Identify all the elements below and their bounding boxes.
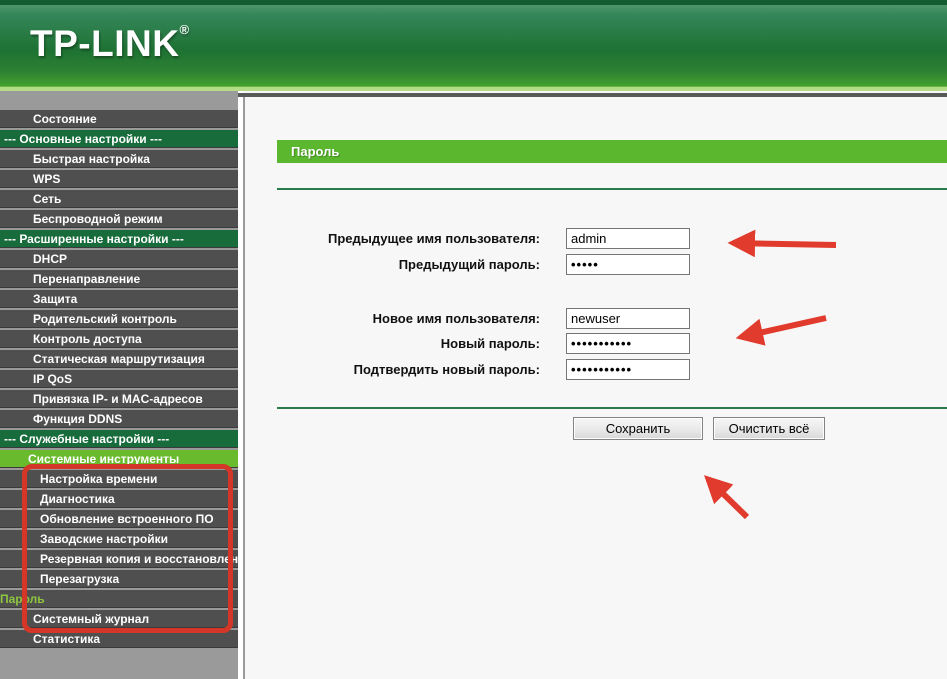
tp-link-logo: TP-LINK® bbox=[30, 22, 190, 64]
main-content bbox=[243, 97, 947, 679]
new-password-label: Новый пароль: bbox=[440, 336, 540, 351]
sidebar-item[interactable]: Быстрая настройка bbox=[0, 150, 238, 168]
confirm-new-password-input[interactable] bbox=[566, 359, 690, 380]
sidebar-item[interactable]: Обновление встроенного ПО bbox=[0, 510, 238, 528]
confirm-new-password-label: Подтвердить новый пароль: bbox=[353, 362, 540, 377]
sidebar-item[interactable]: Перенаправление bbox=[0, 270, 238, 288]
sidebar-section-header: --- Основные настройки --- bbox=[0, 130, 238, 148]
divider-bottom bbox=[277, 407, 947, 409]
sidebar-item[interactable]: Беспроводной режим bbox=[0, 210, 238, 228]
sidebar-item[interactable]: Статистика bbox=[0, 630, 238, 648]
new-password-input[interactable] bbox=[566, 333, 690, 354]
old-password-label: Предыдущий пароль: bbox=[398, 257, 540, 272]
page-title: Пароль bbox=[277, 140, 947, 163]
sidebar-item[interactable]: Пароль bbox=[0, 590, 238, 608]
divider-top bbox=[277, 188, 947, 190]
sidebar-item[interactable]: Перезагрузка bbox=[0, 570, 238, 588]
sidebar-item[interactable]: Функция DDNS bbox=[0, 410, 238, 428]
registered-mark: ® bbox=[179, 22, 190, 37]
sidebar-item[interactable]: WPS bbox=[0, 170, 238, 188]
sidebar-item[interactable]: Контроль доступа bbox=[0, 330, 238, 348]
sidebar-item[interactable]: Состояние bbox=[0, 110, 238, 128]
sidebar-item[interactable]: Настройка времени bbox=[0, 470, 238, 488]
sidebar-item[interactable]: Заводские настройки bbox=[0, 530, 238, 548]
sidebar-item[interactable]: Резервная копия и восстановление bbox=[0, 550, 238, 568]
sidebar: Состояние --- Основные настройки --- Быстр… bbox=[0, 91, 238, 679]
sidebar-item[interactable]: IP QoS bbox=[0, 370, 238, 388]
sidebar-section-header: --- Служебные настройки --- bbox=[0, 430, 238, 448]
sidebar-item[interactable]: Защита bbox=[0, 290, 238, 308]
sidebar-item[interactable]: Диагностика bbox=[0, 490, 238, 508]
header: TP-LINK® bbox=[0, 0, 947, 91]
old-username-input[interactable] bbox=[566, 228, 690, 249]
sidebar-section-header: --- Расширенные настройки --- bbox=[0, 230, 238, 248]
sidebar-item[interactable]: Сеть bbox=[0, 190, 238, 208]
sidebar-item[interactable]: DHCP bbox=[0, 250, 238, 268]
sidebar-item[interactable]: Родительский контроль bbox=[0, 310, 238, 328]
sidebar-item[interactable]: Привязка IP- и MAC-адресов bbox=[0, 390, 238, 408]
sidebar-item[interactable]: Статическая маршрутизация bbox=[0, 350, 238, 368]
clear-all-button[interactable]: Очистить всё bbox=[713, 417, 825, 440]
header-top-strip bbox=[0, 0, 947, 5]
sidebar-item[interactable]: Системные инструменты bbox=[0, 450, 238, 468]
old-username-label: Предыдущее имя пользователя: bbox=[328, 231, 540, 246]
save-button[interactable]: Сохранить bbox=[573, 417, 703, 440]
old-password-input[interactable] bbox=[566, 254, 690, 275]
sidebar-item[interactable]: Системный журнал bbox=[0, 610, 238, 628]
new-username-label: Новое имя пользователя: bbox=[372, 311, 540, 326]
new-username-input[interactable] bbox=[566, 308, 690, 329]
sidebar-nav: Состояние --- Основные настройки --- Быстр… bbox=[0, 91, 238, 648]
router-admin-page: TP-LINK® Состояние --- Основные настройки… bbox=[0, 0, 947, 679]
